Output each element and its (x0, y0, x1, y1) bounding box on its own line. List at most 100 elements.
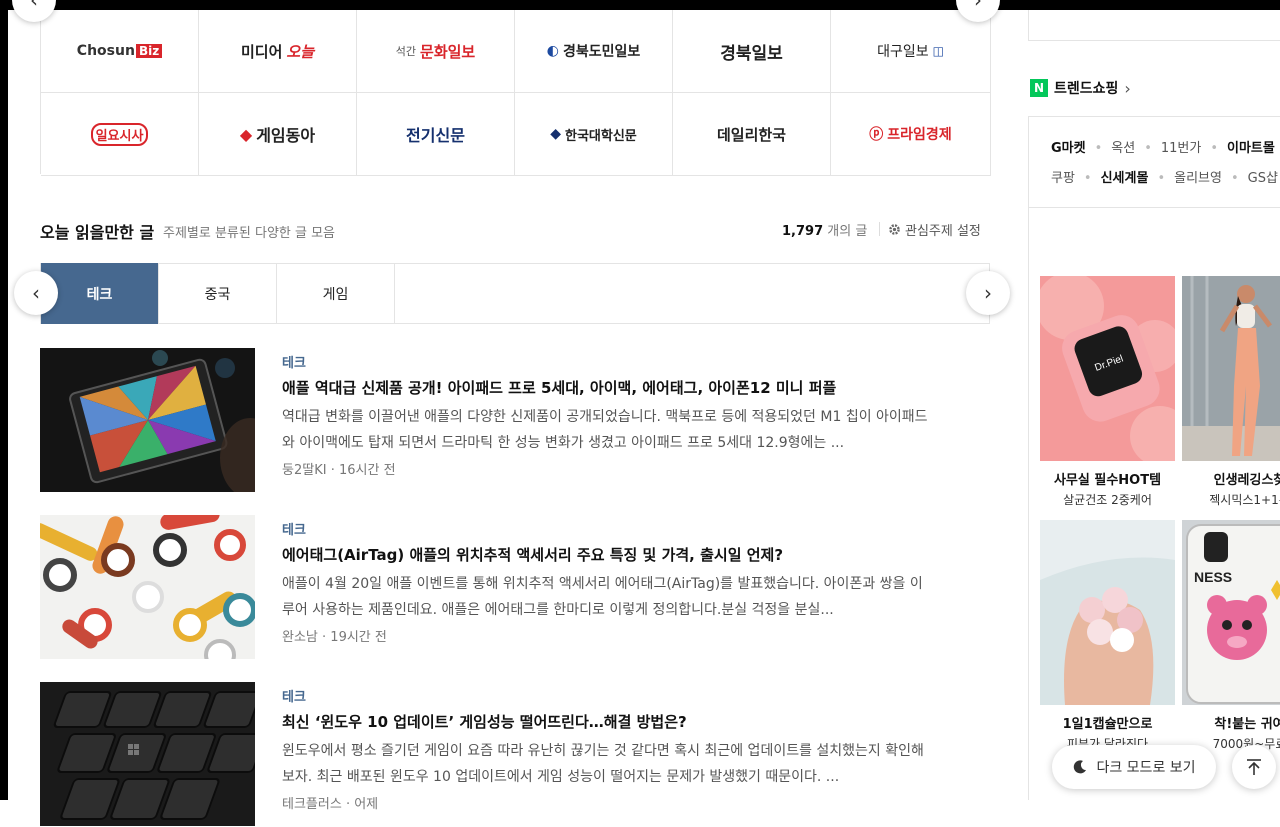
product-subtitle[interactable]: 살균건조 2중케어 (1040, 491, 1175, 508)
press-logo-prime[interactable]: ⓟ 프라임경제 (831, 93, 991, 175)
product-card[interactable]: NESS 착!붙는 귀여 7000원~무료 (1182, 520, 1280, 752)
product-card[interactable]: 인생레깅스찾 젝시믹스1+1특 (1182, 276, 1280, 508)
chosun-text: Chosun (76, 43, 135, 59)
press-logo-grid: Chosun Biz 미디어 오늘 석간 문화일보 ◐ 경북도민일보 경북일보 대구일보… (40, 10, 991, 176)
product-card[interactable]: 1일1캡슐만으로 피부가 달라진다 (1040, 520, 1175, 752)
press-logo-electimes[interactable]: 전기신문 (357, 93, 515, 175)
press-logo-ilyosisa[interactable]: 일요시사 (41, 93, 199, 175)
prime-text: 프라임경제 (887, 127, 952, 143)
article-title[interactable]: 애플 역대급 신제품 공개! 아이패드 프로 5세대, 아이맥, 에어태그, 아… (282, 377, 932, 398)
shop-link[interactable]: 올리브영 (1174, 171, 1222, 186)
window-left-bar (0, 0, 8, 800)
moon-icon (1074, 760, 1087, 774)
ilyosisa-text: 일요시사 (90, 122, 149, 146)
tab-game[interactable]: 게임 (277, 264, 395, 323)
press-logo-gyeongbuk[interactable]: 경북일보 (673, 10, 831, 92)
article-thumbnail[interactable] (40, 515, 255, 659)
leggings-product-image (1182, 276, 1280, 461)
article-description[interactable]: 윈도우에서 평소 즐기던 게임이 요즘 따라 유난히 끊기는 것 같다면 혹시 … (282, 738, 932, 790)
trend-shopping-title: 트렌드쇼핑 (1054, 81, 1119, 97)
press-logo-gbdomin[interactable]: ◐ 경북도민일보 (515, 10, 673, 92)
article-thumbnail[interactable] (40, 682, 255, 826)
chevron-left-icon: ‹ (32, 281, 40, 305)
press-logo-media-today[interactable]: 미디어 오늘 (199, 10, 357, 92)
shop-dot: • (1144, 141, 1152, 156)
press-row-2: 일요시사 ◆ 게임동아 전기신문 ◆ 한국대학신문 데일리한국 ⓟ 프라임경제 (41, 93, 991, 176)
shop-link[interactable]: 이마트몰 (1227, 141, 1275, 156)
window-top-bar (0, 0, 1280, 10)
evening-text: 석간 (395, 45, 417, 58)
naver-n-icon: N (1030, 79, 1048, 97)
tabs-next-button[interactable]: › (966, 271, 1010, 315)
article-meta: 테크플러스 · 어제 (282, 793, 932, 812)
article-category[interactable]: 테크 (282, 519, 932, 538)
article-title[interactable]: 최신 ‘윈도우 10 업데이트’ 게임성능 떨어뜨린다…해결 방법은? (282, 711, 932, 732)
unn-mark-icon: ◆ (550, 126, 561, 142)
article-description[interactable]: 역대급 변화를 이끌어낸 애플의 다양한 신제품이 공개되었습니다. 맥북프로 … (282, 404, 932, 456)
product-image[interactable] (1040, 520, 1175, 705)
shop-link[interactable]: 쿠팡 (1051, 171, 1075, 186)
article-author[interactable]: 완소남 (282, 630, 318, 645)
shop-link[interactable]: G마켓 (1051, 141, 1086, 156)
press-logo-daegu[interactable]: 대구일보 ◫ (831, 10, 991, 92)
press-logo-chosunbiz[interactable]: Chosun Biz (41, 10, 199, 92)
dailyhankook-text: 데일리한국 (716, 125, 786, 144)
sterilizer-product-image: Dr.Piel (1040, 276, 1175, 461)
product-title[interactable]: 사무실 필수HOT템 (1040, 469, 1175, 488)
gbdomin-mark-icon: ◐ (546, 43, 559, 59)
scroll-top-button[interactable] (1232, 745, 1276, 789)
shop-link[interactable]: 옥션 (1111, 141, 1135, 156)
trend-shopping-header[interactable]: N 트렌드쇼핑 › (1030, 78, 1131, 98)
product-title[interactable]: 인생레깅스찾 (1182, 469, 1280, 488)
arrow-up-icon (1247, 759, 1261, 775)
press-row-1: Chosun Biz 미디어 오늘 석간 문화일보 ◐ 경북도민일보 경북일보 대구일보… (41, 10, 991, 93)
product-image[interactable]: Dr.Piel (1040, 276, 1175, 461)
article-author[interactable]: 테크플러스 (282, 797, 342, 812)
shop-link[interactable]: 신세계몰 (1101, 171, 1149, 186)
shop-dot: • (1210, 141, 1218, 156)
article-meta: 둥2딸KI · 16시간 전 (282, 459, 932, 478)
article-category[interactable]: 테크 (282, 352, 932, 371)
dark-mode-button[interactable]: 다크 모드로 보기 (1052, 745, 1216, 789)
article-thumbnail[interactable] (40, 348, 255, 492)
right-top-box (1028, 10, 1280, 41)
article-time: 19시간 전 (330, 630, 387, 645)
shop-link[interactable]: GS샵 (1248, 171, 1278, 186)
product-image[interactable] (1182, 276, 1280, 461)
product-title[interactable]: 착!붙는 귀여 (1182, 713, 1280, 732)
svg-text:NESS: NESS (1194, 569, 1232, 585)
product-card[interactable]: Dr.Piel 사무실 필수HOT템 살균건조 2중케어 (1040, 276, 1175, 508)
tab-china[interactable]: 중국 (159, 264, 277, 323)
article-body: 테크 최신 ‘윈도우 10 업데이트’ 게임성능 떨어뜨린다…해결 방법은? 윈… (282, 686, 932, 812)
dark-mode-label: 다크 모드로 보기 (1096, 760, 1196, 776)
airtag-photo-image (40, 515, 255, 659)
article-body: 테크 에어태그(AirTag) 애플의 위치추적 액세서리 주요 특징 및 가격… (282, 519, 932, 645)
press-logo-munhwa[interactable]: 석간 문화일보 (357, 10, 515, 92)
product-image[interactable]: NESS (1182, 520, 1280, 705)
topic-setting-button[interactable]: 관심주제 설정 (888, 220, 981, 239)
article-title[interactable]: 에어태그(AirTag) 애플의 위치추적 액세서리 주요 특징 및 가격, 출… (282, 544, 932, 565)
daegu-text: 대구일보 (877, 44, 929, 60)
article-author[interactable]: 둥2딸KI (282, 463, 327, 478)
product-title[interactable]: 1일1캡슐만으로 (1040, 713, 1175, 732)
tabs-prev-button[interactable]: ‹ (14, 271, 58, 315)
product-subtitle[interactable]: 젝시믹스1+1특 (1182, 491, 1280, 508)
today-text: 오늘 (286, 42, 314, 61)
press-logo-gamedonga[interactable]: ◆ 게임동아 (199, 93, 357, 175)
article-count: 1,797 개의 글 (782, 220, 867, 239)
list-item[interactable]: 테크 애플 역대급 신제품 공개! 아이패드 프로 5세대, 아이맥, 에어태그… (40, 348, 940, 493)
list-item[interactable]: 테크 에어태그(AirTag) 애플의 위치추적 액세서리 주요 특징 및 가격… (40, 515, 940, 660)
tab-tech[interactable]: 테크 (41, 263, 159, 324)
press-logo-unn[interactable]: ◆ 한국대학신문 (515, 93, 673, 175)
unn-text: 한국대학신문 (565, 128, 637, 144)
meta-dot: · (345, 797, 355, 812)
shop-dot: • (1157, 171, 1166, 186)
chevron-right-icon: › (974, 0, 982, 12)
article-category[interactable]: 테크 (282, 686, 932, 705)
shop-link[interactable]: 11번가 (1161, 141, 1201, 156)
ipad-photo-image (40, 348, 255, 492)
list-item[interactable]: 테크 최신 ‘윈도우 10 업데이트’ 게임성능 떨어뜨린다…해결 방법은? 윈… (40, 682, 940, 827)
article-description[interactable]: 애플이 4월 20일 애플 이벤트를 통해 위치추적 액세서리 에어태그(Air… (282, 571, 932, 623)
shop-dot: • (1094, 141, 1103, 156)
press-logo-dailyhankook[interactable]: 데일리한국 (673, 93, 831, 175)
